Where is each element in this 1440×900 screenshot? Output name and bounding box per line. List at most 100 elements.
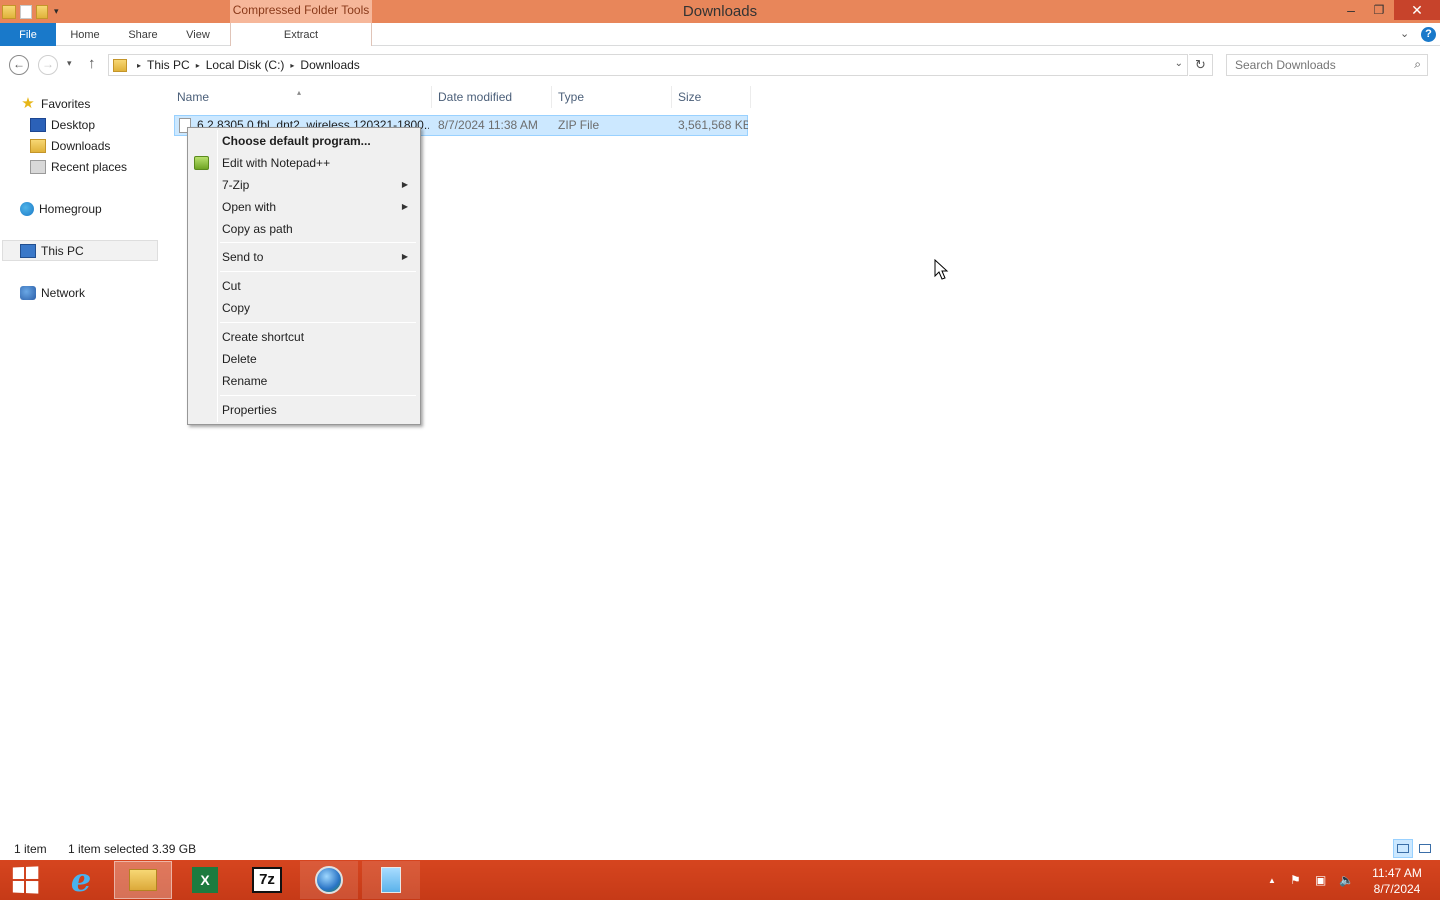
menu-item-rename[interactable]: Rename — [190, 370, 418, 392]
recent-locations-icon[interactable]: ▾ — [67, 58, 72, 69]
search-input[interactable] — [1227, 55, 1397, 75]
menu-separator — [220, 322, 416, 323]
menu-item-open-with-label: Open with — [222, 200, 277, 214]
navigation-bar: ← → ▾ ↑ ▸ This PC ▸ Local Disk (C:) ▸ Do… — [0, 46, 1440, 84]
nav-desktop[interactable]: Desktop — [30, 114, 95, 135]
menu-item-delete[interactable]: Delete — [190, 348, 418, 370]
menu-item-choose-default-program[interactable]: Choose default program... — [190, 130, 418, 152]
tab-extract[interactable]: Extract — [230, 23, 372, 46]
sort-ascending-icon: ▴ — [297, 88, 302, 97]
title-bar: ▾ Compressed Folder Tools Downloads – ❐ … — [0, 0, 1440, 23]
context-menu: Choose default program... Edit with Note… — [187, 127, 421, 425]
help-icon[interactable]: ? — [1421, 27, 1436, 42]
nav-recent-places[interactable]: Recent places — [30, 156, 127, 177]
minimize-button[interactable]: – — [1338, 0, 1364, 20]
ribbon-tabs: File Home Share View Extract ⌄ ? — [0, 23, 1440, 46]
menu-item-edit-with-notepad-label: Edit with Notepad++ — [222, 156, 331, 170]
file-type: ZIP File — [558, 118, 600, 132]
breadcrumb-separator[interactable]: ▸ — [137, 61, 141, 70]
nav-recent-places-label: Recent places — [51, 159, 128, 174]
clock[interactable]: 11:47 AM 8/7/2024 — [1364, 865, 1430, 897]
breadcrumb-downloads[interactable]: Downloads — [300, 58, 359, 72]
folder-icon — [113, 58, 127, 72]
network-icon — [20, 285, 36, 300]
menu-separator — [220, 271, 416, 272]
breadcrumb-separator[interactable]: ▸ — [290, 61, 294, 70]
address-bar[interactable]: ▸ This PC ▸ Local Disk (C:) ▸ Downloads … — [108, 54, 1188, 76]
nav-downloads[interactable]: Downloads — [30, 135, 110, 156]
search-icon[interactable]: ⌕ — [1414, 57, 1421, 72]
column-header-type[interactable]: Type — [553, 86, 672, 108]
quick-access-toolbar: ▾ — [0, 0, 59, 23]
star-icon: ★ — [21, 94, 35, 112]
back-button[interactable]: ← — [9, 55, 29, 75]
nav-favorites[interactable]: ★ Favorites — [20, 93, 90, 114]
menu-item-send-to[interactable]: Send to ▶ — [190, 246, 418, 268]
menu-item-create-shortcut[interactable]: Create shortcut — [190, 326, 418, 348]
forward-button[interactable]: → — [38, 55, 58, 75]
breadcrumb-separator[interactable]: ▸ — [196, 61, 200, 70]
downloads-folder-icon — [30, 138, 46, 153]
column-header-name[interactable]: Name ▴ — [172, 86, 432, 108]
address-history-icon[interactable]: ⌄ — [1175, 58, 1183, 69]
taskbar: e X 7z ▲ ⚑ ▣ 🔈 11:47 AM 8/7/2024 — [0, 860, 1440, 900]
column-headers: Name ▴ Date modified Type Size — [172, 86, 752, 108]
tab-view[interactable]: View — [176, 23, 220, 46]
file-size: 3,561,568 KB — [678, 118, 748, 132]
expand-ribbon-icon[interactable]: ⌄ — [1400, 27, 1409, 40]
notepad-plus-plus-icon — [194, 156, 209, 170]
nav-this-pc-label: This PC — [41, 243, 84, 258]
submenu-arrow-icon: ▶ — [401, 180, 408, 189]
menu-item-open-with[interactable]: Open with ▶ — [190, 196, 418, 218]
submenu-arrow-icon: ▶ — [401, 252, 408, 261]
menu-item-copy[interactable]: Copy — [190, 297, 418, 319]
window-title: Downloads — [682, 3, 758, 20]
mouse-cursor-icon — [934, 259, 949, 280]
details-view-icon — [1397, 844, 1409, 853]
close-button[interactable]: ✕ — [1394, 0, 1440, 20]
menu-item-send-to-label: Send to — [222, 250, 264, 264]
tab-home[interactable]: Home — [60, 23, 110, 46]
compressed-folder-tools-header: Compressed Folder Tools — [230, 0, 372, 23]
action-center-flag-icon[interactable]: ⚑ — [1290, 873, 1301, 887]
nav-downloads-label: Downloads — [51, 138, 111, 153]
homegroup-icon — [20, 201, 34, 216]
menu-item-copy-as-path[interactable]: Copy as path — [190, 218, 418, 240]
breadcrumb-this-pc[interactable]: This PC — [147, 58, 190, 72]
desktop-icon — [30, 117, 46, 132]
nav-homegroup-label: Homegroup — [39, 201, 102, 216]
refresh-button[interactable]: ↻ — [1189, 54, 1213, 76]
show-hidden-icons-icon[interactable]: ▲ — [1268, 876, 1276, 885]
column-header-date-modified[interactable]: Date modified — [433, 86, 552, 108]
tab-file[interactable]: File — [0, 23, 56, 46]
customize-quick-access-icon[interactable]: ▾ — [54, 6, 59, 17]
nav-favorites-label: Favorites — [41, 96, 91, 111]
menu-item-properties[interactable]: Properties — [190, 399, 418, 421]
menu-item-edit-with-notepad[interactable]: Edit with Notepad++ — [190, 152, 418, 174]
menu-item-7zip[interactable]: 7-Zip ▶ — [190, 174, 418, 196]
nav-this-pc[interactable]: This PC — [2, 240, 158, 261]
status-bar: 1 item 1 item selected 3.39 GB — [0, 838, 1440, 860]
folder-icon — [2, 4, 16, 19]
details-view-button[interactable] — [1393, 839, 1413, 858]
restore-button[interactable]: ❐ — [1366, 0, 1392, 20]
menu-separator — [220, 395, 416, 396]
nav-network[interactable]: Network — [20, 282, 85, 303]
search-box[interactable]: ⌕ — [1226, 54, 1428, 76]
breadcrumb-local-disk[interactable]: Local Disk (C:) — [206, 58, 285, 72]
nav-homegroup[interactable]: Homegroup — [20, 198, 102, 219]
up-button[interactable]: ↑ — [88, 55, 96, 72]
properties-icon[interactable] — [20, 4, 32, 19]
new-folder-icon[interactable] — [36, 4, 48, 19]
menu-item-cut[interactable]: Cut — [190, 275, 418, 297]
submenu-arrow-icon: ▶ — [401, 202, 408, 211]
column-header-name-label: Name — [177, 90, 210, 104]
clock-time: 11:47 AM — [1372, 866, 1422, 880]
network-status-icon[interactable]: ▣ — [1315, 873, 1326, 887]
tab-share[interactable]: Share — [118, 23, 168, 46]
system-tray: ▲ ⚑ ▣ 🔈 11:47 AM 8/7/2024 — [0, 860, 1440, 900]
volume-muted-icon[interactable]: 🔈 — [1339, 873, 1354, 887]
column-header-size[interactable]: Size — [673, 86, 751, 108]
large-icons-view-button[interactable] — [1415, 839, 1435, 858]
nav-desktop-label: Desktop — [51, 117, 96, 132]
